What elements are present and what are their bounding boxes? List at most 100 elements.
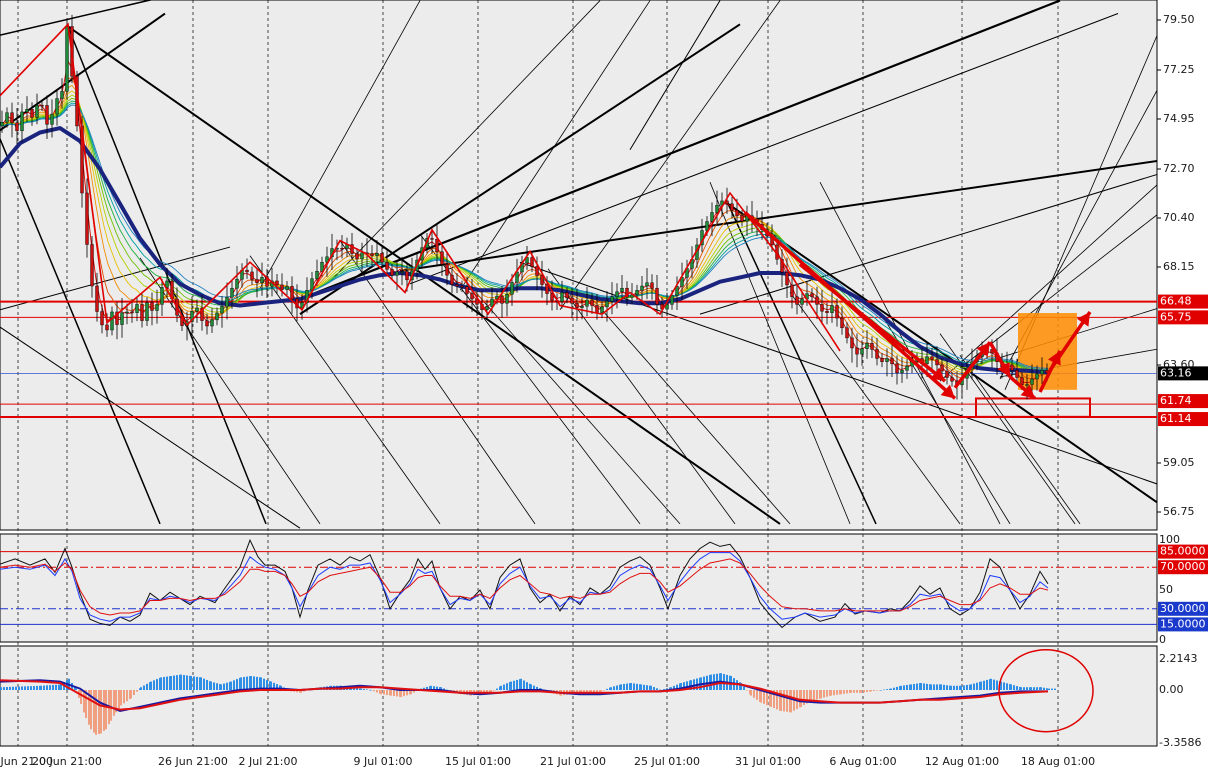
macd-histogram-bar bbox=[210, 681, 212, 690]
candle-body bbox=[890, 358, 894, 365]
candle-body bbox=[120, 312, 124, 325]
candle-body bbox=[635, 290, 639, 295]
macd-histogram-bar bbox=[936, 684, 938, 690]
candle-body bbox=[895, 363, 899, 374]
macd-histogram-bar bbox=[396, 690, 398, 697]
macd-histogram-bar bbox=[503, 684, 505, 690]
candle-body bbox=[840, 317, 844, 329]
candle-body bbox=[815, 296, 819, 305]
macd-histogram-bar bbox=[140, 687, 142, 690]
macd-histogram-bar bbox=[36, 685, 38, 690]
candle-body bbox=[405, 271, 409, 281]
candle-body bbox=[465, 286, 469, 294]
x-tick-label: 6 Aug 01:00 bbox=[829, 755, 896, 768]
candle-body bbox=[535, 266, 539, 276]
candle-body bbox=[140, 304, 144, 321]
macd-histogram-bar bbox=[0, 687, 2, 690]
macd-histogram-bar bbox=[886, 689, 888, 690]
candle-body bbox=[1035, 373, 1039, 380]
macd-histogram-bar bbox=[176, 675, 178, 690]
candle-body bbox=[505, 294, 509, 304]
candle-body bbox=[510, 282, 514, 295]
macd-histogram-bar bbox=[233, 680, 235, 690]
price-tick-label: 77.25 bbox=[1163, 63, 1195, 76]
macd-histogram-bar bbox=[1006, 683, 1008, 690]
candle-body bbox=[650, 282, 654, 289]
candle-body bbox=[945, 370, 949, 378]
macd-histogram-bar bbox=[843, 690, 845, 694]
candle-body bbox=[275, 280, 279, 286]
level-tag: 61.74 bbox=[1160, 394, 1192, 407]
macd-histogram-bar bbox=[1051, 688, 1053, 690]
macd-histogram-bar bbox=[923, 683, 925, 690]
candle-body bbox=[135, 304, 139, 313]
candle-body bbox=[5, 112, 9, 123]
candle-body bbox=[885, 358, 889, 362]
candle-body bbox=[105, 324, 109, 331]
macd-histogram-bar bbox=[143, 685, 145, 690]
macd-histogram-bar bbox=[386, 690, 388, 696]
candle-body bbox=[790, 284, 794, 298]
candle-body bbox=[785, 272, 789, 286]
price-panel[interactable] bbox=[0, 0, 1158, 531]
macd-histogram-bar bbox=[863, 690, 865, 693]
candle-body bbox=[395, 271, 399, 276]
candle-body bbox=[900, 370, 904, 374]
osc-level-tag: 70.0000 bbox=[1160, 560, 1206, 573]
macd-histogram-bar bbox=[60, 684, 62, 690]
candle-body bbox=[10, 112, 14, 123]
macd-histogram-bar bbox=[930, 684, 932, 690]
macd-histogram-bar bbox=[803, 690, 805, 706]
macd-histogram-bar bbox=[800, 690, 802, 707]
macd-histogram-bar bbox=[21, 686, 23, 690]
macd-histogram-bar bbox=[656, 688, 658, 690]
macd-histogram-bar bbox=[943, 684, 945, 690]
macd-histogram-bar bbox=[983, 680, 985, 690]
candle-body bbox=[590, 299, 594, 306]
macd-histogram-bar bbox=[513, 680, 515, 690]
candle-body bbox=[855, 347, 859, 355]
candle-body bbox=[130, 311, 134, 314]
macd-histogram-bar bbox=[880, 690, 882, 691]
candle-body bbox=[850, 337, 854, 349]
candle-body bbox=[400, 271, 404, 273]
candle-body bbox=[280, 284, 284, 290]
candle-body bbox=[375, 253, 379, 256]
candle-body bbox=[860, 348, 864, 355]
macd-histogram-bar bbox=[196, 676, 198, 690]
macd-histogram-bar bbox=[933, 684, 935, 690]
macd-histogram-bar bbox=[963, 685, 965, 690]
candle-body bbox=[40, 104, 44, 107]
candle-body bbox=[340, 247, 344, 250]
candle-body bbox=[210, 319, 214, 327]
candle-body bbox=[385, 262, 389, 270]
candle-body bbox=[205, 320, 209, 327]
macd-histogram-bar bbox=[183, 675, 185, 690]
macd-histogram-bar bbox=[846, 690, 848, 694]
candle-body bbox=[645, 282, 649, 287]
macd-histogram-bar bbox=[363, 689, 365, 690]
macd-histogram-bar bbox=[98, 690, 100, 734]
macd-histogram-bar bbox=[400, 690, 402, 697]
macd-histogram-bar bbox=[180, 674, 182, 690]
macd-histogram-bar bbox=[200, 677, 202, 690]
macd-histogram-bar bbox=[910, 684, 912, 690]
macd-histogram-bar bbox=[373, 690, 375, 692]
candle-body bbox=[880, 358, 884, 362]
trading-chart[interactable]: 79.5077.2574.9572.7070.4068.1563.6059.05… bbox=[0, 0, 1209, 773]
oscillator-panel[interactable] bbox=[0, 533, 1158, 643]
candle-body bbox=[905, 365, 909, 371]
macd-histogram-bar bbox=[1043, 687, 1045, 690]
macd-histogram-bar bbox=[376, 690, 378, 693]
macd-histogram-bar bbox=[15, 686, 17, 690]
macd-histogram-bar bbox=[966, 684, 968, 690]
x-tick-label: 31 Jul 01:00 bbox=[735, 755, 801, 768]
candle-body bbox=[800, 298, 804, 305]
candle-body bbox=[540, 275, 544, 285]
macd-histogram-bar bbox=[786, 690, 788, 712]
candle-body bbox=[370, 253, 374, 256]
macd-histogram-bar bbox=[743, 686, 745, 690]
osc-tick-label: 0 bbox=[1159, 633, 1166, 646]
candle-body bbox=[1020, 377, 1024, 385]
osc-level-tag: 15.0000 bbox=[1160, 617, 1206, 630]
